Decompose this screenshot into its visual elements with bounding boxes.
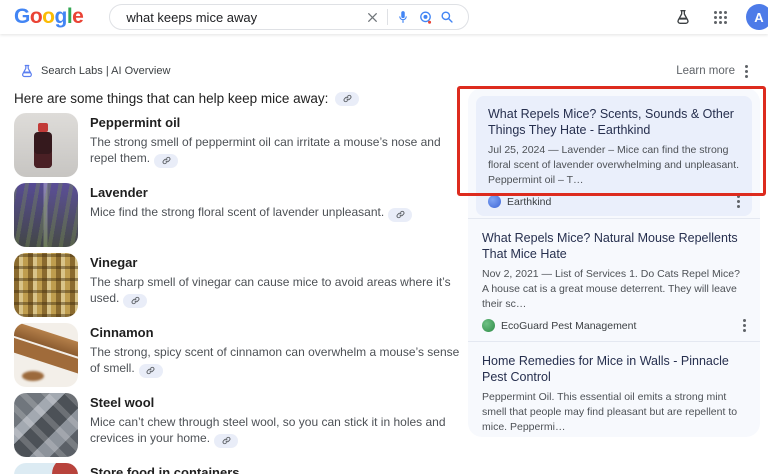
result-snippet: Nov 2, 2021 — List of Services 1. Do Cat… — [482, 267, 746, 312]
item-description-text: Mice can’t chew through steel wool, so y… — [90, 415, 446, 445]
source-name: EcoGuard Pest Management — [501, 320, 737, 332]
item-description: The strong smell of peppermint oil can i… — [90, 134, 466, 166]
cinnamon-image[interactable] — [14, 323, 78, 387]
result-source-row: EcoGuard Pest Management — [482, 319, 746, 332]
remedy-list: Peppermint oil The strong smell of peppe… — [14, 113, 466, 474]
vinegar-image[interactable] — [14, 253, 78, 317]
result-title-link[interactable]: What Repels Mice? Scents, Sounds & Other… — [488, 106, 740, 138]
item-title: Steel wool — [90, 395, 466, 410]
source-card[interactable]: What Repels Mice? Scents, Sounds & Other… — [476, 96, 752, 216]
lavender-image[interactable] — [14, 183, 78, 247]
steel-wool-image[interactable] — [14, 393, 78, 457]
list-item: Peppermint oil The strong smell of peppe… — [14, 113, 466, 177]
overview-heading: Here are some things that can help keep … — [14, 91, 328, 106]
result-title-link[interactable]: What Repels Mice? Natural Mouse Repellen… — [482, 230, 746, 262]
item-description: Mice find the strong floral scent of lav… — [90, 204, 466, 220]
logo-letter: o — [30, 5, 42, 29]
divider — [387, 9, 388, 25]
labs-badge: Search Labs | AI Overview — [20, 64, 170, 78]
list-item: Lavender Mice find the strong floral sce… — [14, 183, 466, 247]
kebab-menu-icon[interactable] — [737, 200, 740, 203]
citation-chip[interactable] — [335, 92, 359, 106]
source-favicon — [482, 319, 495, 332]
item-description: Mice can’t chew through steel wool, so y… — [90, 414, 466, 446]
result-snippet: Jul 25, 2024 — Lavender – Mice can find … — [488, 143, 740, 188]
item-title: Peppermint oil — [90, 115, 466, 130]
google-logo[interactable]: Google — [14, 5, 83, 29]
item-title: Vinegar — [90, 255, 466, 270]
list-item: Store food in containers — [14, 463, 466, 474]
item-description: The sharp smell of vinegar can cause mic… — [90, 274, 466, 306]
citation-chip[interactable] — [388, 208, 412, 222]
microphone-icon[interactable] — [392, 6, 414, 28]
link-icon — [162, 156, 171, 165]
source-favicon — [488, 195, 501, 208]
link-icon — [343, 94, 352, 103]
labs-label: Search Labs | AI Overview — [41, 65, 170, 77]
result-snippet: Peppermint Oil. This essential oil emits… — [482, 390, 746, 435]
ai-overview-section: Search Labs | AI Overview Learn more Her… — [0, 34, 768, 474]
list-item: Steel wool Mice can’t chew through steel… — [14, 393, 466, 457]
citation-chip[interactable] — [123, 294, 147, 308]
learn-more-link[interactable]: Learn more — [676, 65, 735, 77]
search-input[interactable] — [126, 10, 361, 25]
source-card[interactable]: What Repels Mice? Natural Mouse Repellen… — [468, 218, 760, 341]
header-actions: A — [672, 4, 766, 30]
citation-chip[interactable] — [214, 434, 238, 448]
logo-letter: G — [14, 5, 30, 29]
list-item: Cinnamon The strong, spicy scent of cinn… — [14, 323, 466, 387]
logo-letter: o — [42, 5, 54, 29]
item-description-text: The strong smell of peppermint oil can i… — [90, 135, 441, 165]
flask-icon — [20, 64, 34, 78]
logo-letter: g — [55, 5, 67, 29]
source-card[interactable]: Home Remedies for Mice in Walls - Pinnac… — [468, 341, 760, 437]
grid-dots — [714, 11, 727, 24]
citation-chip[interactable] — [154, 154, 178, 168]
search-box[interactable] — [109, 4, 469, 30]
kebab-menu-icon[interactable] — [745, 70, 748, 73]
source-name: Earthkind — [507, 196, 731, 208]
food-containers-image[interactable] — [14, 463, 78, 474]
item-title: Cinnamon — [90, 325, 466, 340]
link-icon — [396, 210, 405, 219]
labs-flask-icon[interactable] — [672, 6, 694, 28]
sources-panel: What Repels Mice? Scents, Sounds & Other… — [468, 88, 760, 437]
apps-grid-icon[interactable] — [709, 6, 731, 28]
citation-chip[interactable] — [139, 364, 163, 378]
item-description: The strong, spicy scent of cinnamon can … — [90, 344, 466, 376]
search-icon[interactable] — [436, 6, 458, 28]
avatar-letter: A — [754, 10, 763, 25]
list-item: Vinegar The sharp smell of vinegar can c… — [14, 253, 466, 317]
peppermint-oil-image[interactable] — [14, 113, 78, 177]
clear-icon[interactable] — [361, 6, 383, 28]
item-title: Store food in containers — [90, 465, 466, 474]
lens-icon[interactable] — [414, 6, 436, 28]
link-icon — [131, 296, 140, 305]
link-icon — [222, 436, 231, 445]
avatar[interactable]: A — [746, 4, 768, 30]
overview-actions: Learn more — [676, 65, 748, 77]
link-icon — [146, 366, 155, 375]
logo-letter: e — [72, 5, 83, 29]
header: Google A — [0, 0, 768, 34]
overview-heading-row: Here are some things that can help keep … — [14, 91, 359, 106]
item-description-text: Mice find the strong floral scent of lav… — [90, 205, 384, 219]
result-title-link[interactable]: Home Remedies for Mice in Walls - Pinnac… — [482, 353, 746, 385]
item-title: Lavender — [90, 185, 466, 200]
kebab-menu-icon[interactable] — [743, 324, 746, 327]
result-source-row: Earthkind — [488, 195, 740, 208]
ai-overview-topbar: Search Labs | AI Overview Learn more — [20, 64, 748, 78]
